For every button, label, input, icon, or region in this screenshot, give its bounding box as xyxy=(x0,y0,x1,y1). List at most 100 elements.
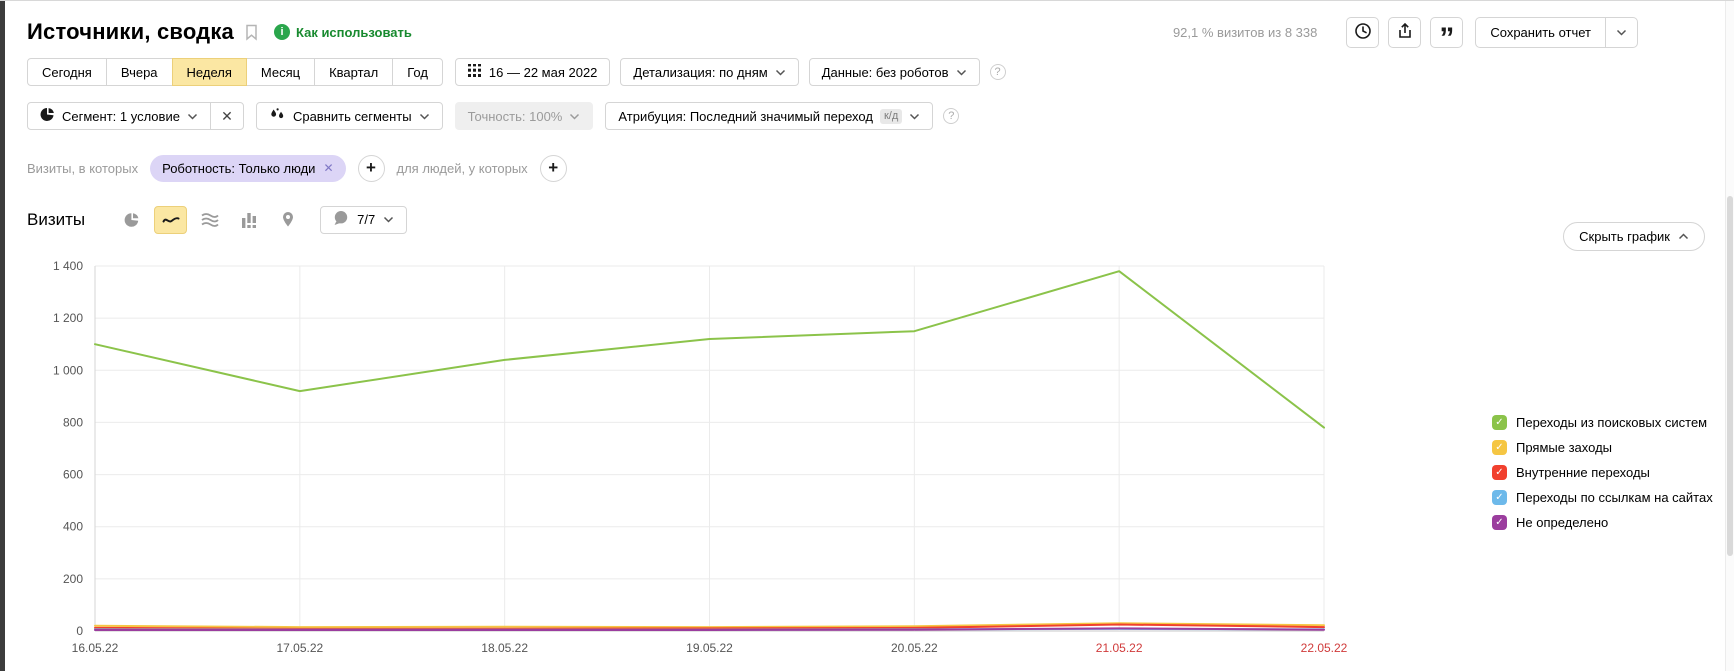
map-chart-icon[interactable] xyxy=(271,206,304,234)
legend-label: Переходы из поисковых систем xyxy=(1516,415,1708,430)
legend-checkbox-icon[interactable]: ✓ xyxy=(1492,490,1507,505)
chevron-down-icon xyxy=(956,69,967,76)
svg-text:21.05.22: 21.05.22 xyxy=(1096,641,1143,655)
people-filter-prefix: для людей, у которых xyxy=(396,160,528,176)
data-mode-dropdown[interactable]: Данные: без роботов xyxy=(808,58,980,86)
legend-item[interactable]: ✓ Прямые заходы xyxy=(1492,435,1713,460)
comments-button[interactable]: ” xyxy=(1430,16,1464,55)
robot-filter-pill[interactable]: Роботность: Только люди ✕ xyxy=(150,154,346,182)
chevron-down-icon xyxy=(187,113,198,120)
remove-filter-icon[interactable]: ✕ xyxy=(323,161,333,175)
legend-label: Прямые заходы xyxy=(1516,440,1613,455)
date-range-button[interactable]: 16 — 22 мая 2022 xyxy=(454,58,611,86)
how-to-use-label: Как использовать xyxy=(296,24,412,40)
filter-row: Визиты, в которых Роботность: Только люд… xyxy=(27,154,567,182)
metrica-report-page: Источники, сводка i Как использовать 92,… xyxy=(0,0,1734,671)
legend-label: Внутренние переходы xyxy=(1516,465,1650,480)
svg-text:22.05.22: 22.05.22 xyxy=(1301,641,1348,655)
compare-segments-dropdown[interactable]: Сравнить сегменты xyxy=(255,102,443,130)
segment-pie-icon xyxy=(40,107,55,125)
period-controls: Сегодня Вчера Неделя Месяц Квартал Год 16 — 2… xyxy=(27,58,1006,86)
accuracy-dropdown[interactable]: Точность: 100% xyxy=(454,102,594,130)
attribution-dropdown[interactable]: Атрибуция: Последний значимый переход к/… xyxy=(605,102,934,130)
speech-bubble-icon xyxy=(333,210,349,229)
chevron-down-icon xyxy=(419,113,430,120)
calendar-grid-icon xyxy=(467,64,482,80)
svg-text:16.05.22: 16.05.22 xyxy=(72,641,119,655)
period-tab[interactable]: Месяц xyxy=(245,58,316,86)
bookmark-icon[interactable] xyxy=(245,24,258,41)
visits-share-text: 92,1 % визитов из 8 338 xyxy=(1172,24,1318,40)
data-mode-label: Данные: без роботов xyxy=(821,64,949,80)
svg-text:19.05.22: 19.05.22 xyxy=(686,641,733,655)
clock-icon xyxy=(1354,22,1372,43)
segment-clear-button[interactable]: ✕ xyxy=(209,102,244,130)
how-to-use-link[interactable]: i Как использовать xyxy=(274,24,412,40)
legend-checkbox-icon[interactable]: ✓ xyxy=(1492,515,1507,530)
history-button[interactable] xyxy=(1346,16,1380,48)
svg-text:17.05.22: 17.05.22 xyxy=(276,641,323,655)
svg-text:1 400: 1 400 xyxy=(53,259,83,273)
detalization-dropdown[interactable]: Детализация: по дням xyxy=(620,58,799,86)
line-chart-icon[interactable] xyxy=(154,205,188,234)
period-tab[interactable]: Квартал xyxy=(314,58,394,86)
svg-text:0: 0 xyxy=(76,624,83,638)
add-visit-condition-button[interactable]: + xyxy=(357,154,385,182)
legend-checkbox-icon[interactable]: ✓ xyxy=(1492,440,1507,455)
visits-chart: 0 200 400 600 800 1 000 1 200 1 400 16.05.22 17.0… xyxy=(53,259,1348,655)
legend-item[interactable]: ✓ Внутренние переходы xyxy=(1492,460,1713,485)
save-report-label: Сохранить отчет xyxy=(1490,24,1591,40)
metric-title: Визиты xyxy=(27,209,86,229)
save-report-button[interactable]: Сохранить отчет xyxy=(1475,16,1638,48)
attribution-label: Атрибуция: Последний значимый переход xyxy=(618,108,873,124)
pie-chart-icon[interactable] xyxy=(115,206,148,234)
chevron-down-icon xyxy=(383,216,394,223)
svg-text:600: 600 xyxy=(63,468,83,482)
legend-label: Переходы по ссылкам на сайтах xyxy=(1516,490,1713,505)
scrollbar-thumb[interactable] xyxy=(1727,196,1733,556)
segment-label: Сегмент: 1 условие xyxy=(62,108,180,124)
legend-checkbox-icon[interactable]: ✓ xyxy=(1492,465,1507,480)
close-icon: ✕ xyxy=(221,107,233,124)
legend-item[interactable]: ✓ Переходы из поисковых систем xyxy=(1492,410,1713,435)
header: Источники, сводка i Как использовать 92,… xyxy=(27,14,1638,55)
svg-text:1 000: 1 000 xyxy=(53,363,83,377)
save-report-dropdown[interactable] xyxy=(1605,17,1637,47)
quotes-icon: ” xyxy=(1439,22,1455,55)
help-icon[interactable]: ? xyxy=(943,108,960,124)
svg-text:200: 200 xyxy=(63,572,83,586)
info-icon: i xyxy=(274,24,290,40)
series-count-dropdown[interactable]: 7/7 xyxy=(320,205,408,234)
period-tab[interactable]: Сегодня xyxy=(27,58,107,86)
segment-controls: Сегмент: 1 условие ✕ Сравнить сегменты Т… xyxy=(27,102,960,130)
legend-checkbox-icon[interactable]: ✓ xyxy=(1492,415,1507,430)
svg-text:18.05.22: 18.05.22 xyxy=(481,641,528,655)
attribution-badge: к/д xyxy=(879,108,903,124)
period-tab[interactable]: Неделя xyxy=(171,58,247,86)
svg-text:1 200: 1 200 xyxy=(53,311,83,325)
export-icon xyxy=(1396,22,1414,43)
legend-item[interactable]: ✓ Не определено xyxy=(1492,510,1713,535)
visits-filter-prefix: Визиты, в которых xyxy=(27,160,139,176)
add-people-condition-button[interactable]: + xyxy=(539,154,567,182)
period-tab[interactable]: Вчера xyxy=(105,58,173,86)
export-button[interactable] xyxy=(1388,16,1422,48)
area-chart-icon[interactable] xyxy=(193,206,226,234)
period-tab[interactable]: Год xyxy=(392,58,443,86)
date-range-label: 16 — 22 мая 2022 xyxy=(488,64,598,80)
columns-chart-icon[interactable] xyxy=(232,206,265,234)
hide-chart-button[interactable]: Скрыть график xyxy=(1563,222,1705,251)
segment-dropdown[interactable]: Сегмент: 1 условие xyxy=(27,102,211,130)
chart-type-switcher xyxy=(115,205,304,234)
help-icon[interactable]: ? xyxy=(989,64,1006,80)
scrollbar-track[interactable] xyxy=(1725,1,1734,671)
svg-text:800: 800 xyxy=(63,415,83,429)
legend-item[interactable]: ✓ Переходы по ссылкам на сайтах xyxy=(1492,485,1713,510)
detalization-label: Детализация: по дням xyxy=(633,64,768,80)
chevron-up-icon xyxy=(1678,233,1689,240)
chevron-down-icon xyxy=(775,69,786,76)
period-tabs: Сегодня Вчера Неделя Месяц Квартал Год xyxy=(27,58,443,86)
chart-legend: ✓ Переходы из поисковых систем ✓ Прямые зах… xyxy=(1492,410,1713,535)
compare-segments-label: Сравнить сегменты xyxy=(292,108,412,124)
legend-label: Не определено xyxy=(1516,515,1609,530)
